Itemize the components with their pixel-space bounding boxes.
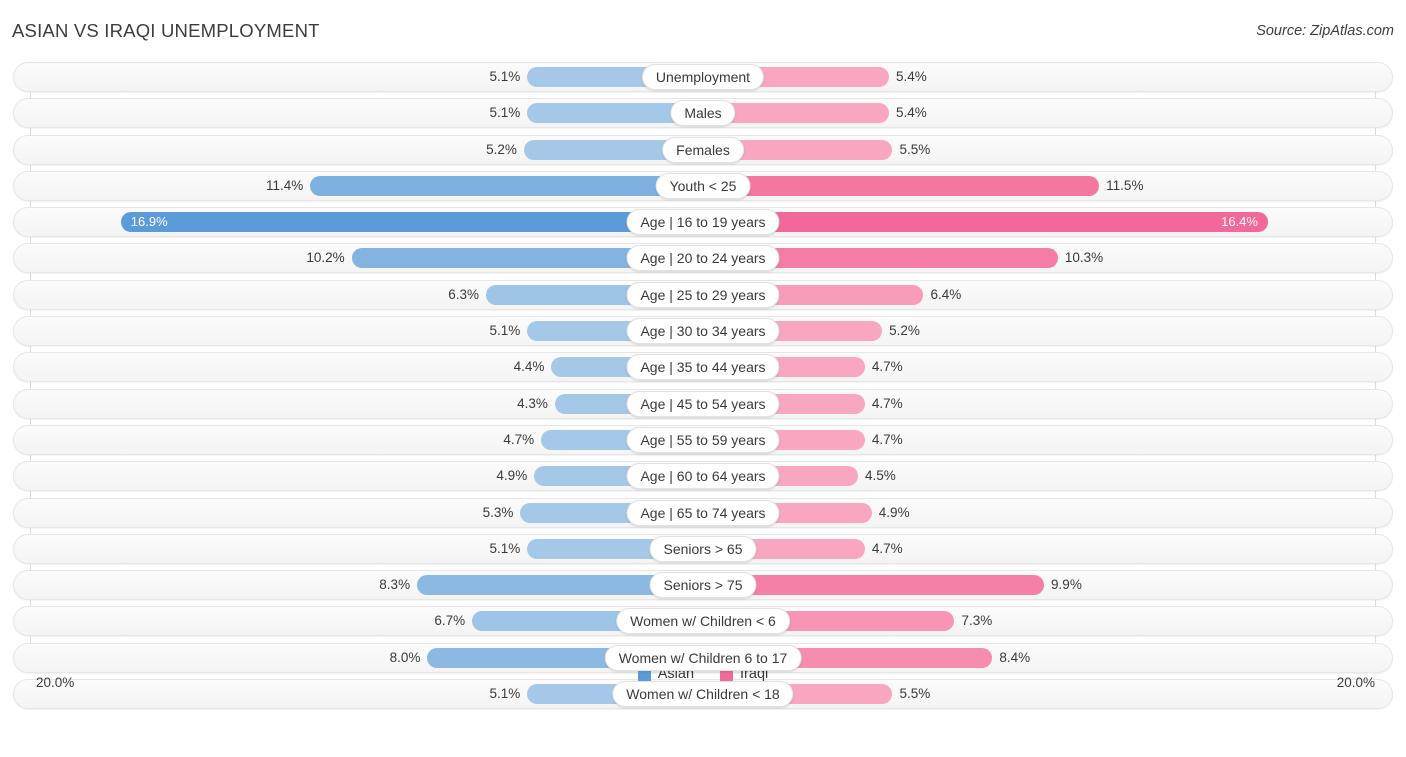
value-label-iraqi: 4.7%: [871, 359, 903, 375]
value-label-iraqi: 4.9%: [878, 504, 910, 520]
bar-row: 5.1% 5.5% Women w/ Children < 18: [0, 679, 1406, 710]
value-label-iraqi: 4.7%: [871, 431, 903, 447]
value-label-asian: 16.9%: [130, 214, 168, 230]
category-label-pill[interactable]: Age | 65 to 74 years: [626, 499, 780, 526]
category-label-pill[interactable]: Age | 16 to 19 years: [626, 209, 780, 236]
category-label-pill[interactable]: Females: [662, 136, 744, 163]
value-label-iraqi: 9.9%: [1051, 577, 1082, 593]
bar-iraqi: [703, 212, 1268, 233]
bar-row: 5.1% 4.7% Seniors > 65: [0, 533, 1406, 564]
bar-row: 6.3% 6.4% Age | 25 to 29 years: [0, 279, 1406, 310]
value-label-asian: 5.1%: [489, 69, 521, 84]
value-label-iraqi: 10.3%: [1064, 250, 1104, 266]
bar-asian: [310, 175, 703, 196]
bar-row: 5.1% 5.2% Age | 30 to 34 years: [0, 316, 1406, 347]
value-label-iraqi: 4.5%: [865, 468, 896, 484]
category-label-pill[interactable]: Women w/ Children 6 to 17: [604, 644, 802, 671]
value-label-iraqi: 5.5%: [899, 686, 931, 702]
value-label-asian: 6.7%: [434, 613, 466, 629]
bar-row: 4.9% 4.5% Age | 60 to 64 years: [0, 461, 1406, 492]
value-label-asian: 5.1%: [489, 686, 521, 702]
axis-label-left: 20.0%: [36, 675, 75, 690]
value-label-iraqi: 5.2%: [889, 323, 920, 339]
value-label-asian: 5.3%: [482, 504, 514, 520]
value-label-iraqi: 16.4%: [1221, 214, 1258, 230]
value-label-asian: 10.2%: [306, 250, 345, 266]
value-label-asian: 5.2%: [486, 141, 517, 157]
value-label-iraqi: 11.5%: [1106, 177, 1144, 193]
chart-plot-area: 5.1% 5.4% Unemployment 5.1% 5.4% Males 5.2% 5.5…: [0, 62, 1406, 717]
value-label-iraqi: 7.3%: [961, 613, 993, 629]
value-label-iraqi: 8.4%: [999, 649, 1031, 665]
category-label-pill[interactable]: Women w/ Children < 18: [612, 681, 794, 708]
value-label-asian: 6.3%: [448, 286, 479, 302]
axis-label-right: 20.0%: [1336, 675, 1375, 690]
category-label-pill[interactable]: Age | 35 to 44 years: [626, 354, 780, 381]
bar-rows-container: 5.1% 5.4% Unemployment 5.1% 5.4% Males 5.2% 5.5…: [0, 62, 1406, 715]
value-label-asian: 5.1%: [489, 105, 521, 121]
value-label-iraqi: 5.4%: [896, 69, 927, 84]
bar-row: 8.3% 9.9% Seniors > 75: [0, 570, 1406, 601]
value-label-iraqi: 5.5%: [899, 141, 931, 157]
value-label-asian: 4.3%: [517, 395, 548, 411]
category-label-pill[interactable]: Males: [670, 100, 736, 127]
bar-row: 16.9% 16.4% Age | 16 to 19 years: [0, 207, 1406, 238]
value-label-asian: 8.0%: [389, 649, 421, 665]
category-label-pill[interactable]: Age | 45 to 54 years: [626, 390, 780, 417]
category-label-pill[interactable]: Age | 55 to 59 years: [626, 426, 780, 453]
value-label-asian: 8.3%: [379, 577, 411, 593]
category-label-pill[interactable]: Seniors > 75: [649, 572, 757, 599]
bar-row: 4.4% 4.7% Age | 35 to 44 years: [0, 352, 1406, 383]
category-label-pill[interactable]: Age | 25 to 29 years: [626, 281, 780, 308]
bar-row: 4.7% 4.7% Age | 55 to 59 years: [0, 424, 1406, 455]
value-label-asian: 5.1%: [489, 323, 521, 339]
category-label-pill[interactable]: Seniors > 65: [649, 535, 757, 562]
value-label-asian: 4.9%: [496, 468, 528, 484]
category-label-pill[interactable]: Women w/ Children < 6: [616, 608, 790, 635]
value-label-asian: 4.7%: [503, 431, 535, 447]
category-label-pill[interactable]: Age | 30 to 34 years: [626, 318, 780, 345]
bar-iraqi: [703, 175, 1100, 196]
bar-row: 5.3% 4.9% Age | 65 to 74 years: [0, 497, 1406, 528]
category-label-pill[interactable]: Age | 60 to 64 years: [626, 463, 780, 490]
bar-row: 11.4% 11.5% Youth < 25: [0, 170, 1406, 201]
category-label-pill[interactable]: Age | 20 to 24 years: [626, 245, 780, 272]
category-label-pill[interactable]: Unemployment: [641, 64, 765, 90]
page-title: ASIAN VS IRAQI UNEMPLOYMENT: [12, 20, 320, 41]
bar-row: 10.2% 10.3% Age | 20 to 24 years: [0, 243, 1406, 274]
category-label-pill[interactable]: Youth < 25: [655, 172, 751, 199]
value-label-iraqi: 6.4%: [930, 286, 962, 302]
chart-root: ASIAN VS IRAQI UNEMPLOYMENT Source: ZipA…: [0, 0, 1406, 757]
bar-row: 8.0% 8.4% Women w/ Children 6 to 17: [0, 642, 1406, 673]
value-label-iraqi: 4.7%: [871, 540, 903, 556]
value-label-iraqi: 5.4%: [896, 105, 927, 121]
bar-row: 5.2% 5.5% Females: [0, 134, 1406, 165]
bar-row: 5.1% 5.4% Unemployment: [0, 62, 1406, 92]
bar-row: 4.3% 4.7% Age | 45 to 54 years: [0, 388, 1406, 419]
value-label-asian: 4.4%: [513, 359, 545, 375]
source-attribution: Source: ZipAtlas.com: [1256, 23, 1394, 39]
bar-row: 5.1% 5.4% Males: [0, 98, 1406, 129]
bar-row: 6.7% 7.3% Women w/ Children < 6: [0, 606, 1406, 637]
bar-asian: [120, 212, 703, 233]
value-label-asian: 11.4%: [266, 177, 304, 193]
value-label-iraqi: 4.7%: [871, 395, 903, 411]
value-label-asian: 5.1%: [489, 540, 521, 556]
